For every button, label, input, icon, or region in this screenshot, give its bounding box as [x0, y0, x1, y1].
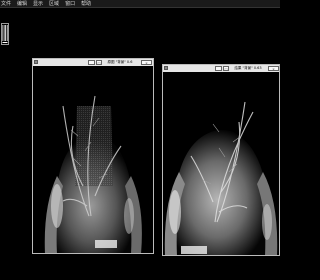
- close-button[interactable]: ×: [141, 60, 152, 65]
- menu-region[interactable]: 区域: [49, 0, 59, 8]
- window-app-icon: [34, 60, 38, 64]
- menu-file[interactable]: 文件: [1, 0, 11, 8]
- torso-photo: [163, 72, 279, 255]
- menu-window[interactable]: 窗口: [65, 0, 75, 8]
- window-app-icon: [164, 66, 168, 70]
- menu-bar: 文件 编辑 显示 区域 窗口 帮助: [0, 0, 280, 8]
- menu-edit[interactable]: 编辑: [17, 0, 27, 8]
- image-canvas[interactable]: [33, 66, 153, 253]
- menu-help[interactable]: 帮助: [81, 0, 91, 8]
- maximize-button[interactable]: □: [223, 66, 229, 71]
- menu-view[interactable]: 显示: [33, 0, 43, 8]
- torso-photo: [33, 66, 153, 253]
- barcode-icon[interactable]: [1, 23, 9, 45]
- image-canvas[interactable]: [163, 72, 279, 255]
- window-title: 原图 "背景" 0.6: [107, 60, 133, 64]
- result-image-window[interactable]: _ □ 结果 "背景" 0.63 ×: [162, 64, 280, 256]
- close-button[interactable]: ×: [268, 66, 279, 71]
- window-title: 结果 "背景" 0.63: [234, 66, 262, 70]
- minimize-button[interactable]: _: [215, 66, 222, 71]
- minimize-button[interactable]: _: [88, 60, 95, 65]
- original-image-window[interactable]: _ □ 原图 "背景" 0.6 ×: [32, 58, 154, 254]
- maximize-button[interactable]: □: [96, 60, 102, 65]
